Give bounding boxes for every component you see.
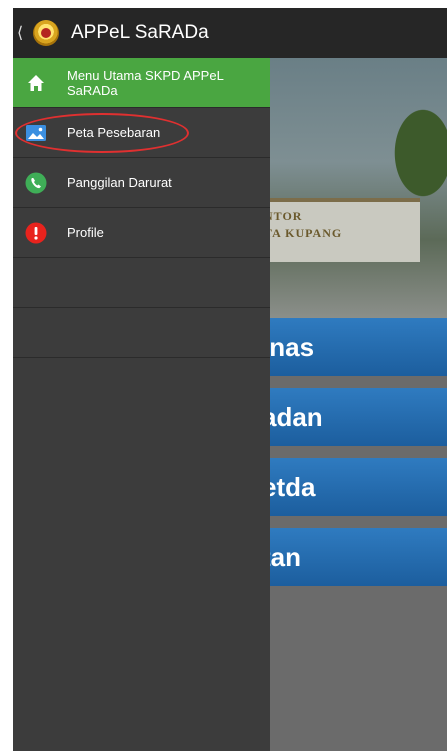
image-icon xyxy=(25,122,47,144)
back-chevron-icon[interactable]: ⟨ xyxy=(17,23,27,43)
app-bar: ⟨ APPeL SaRADa xyxy=(13,8,447,58)
drawer-divider xyxy=(13,308,270,358)
drawer-item-label: Menu Utama SKPD APPeL SaRADa xyxy=(67,67,224,98)
app-logo-icon[interactable] xyxy=(33,20,59,46)
menu-button-dinas[interactable]: inas xyxy=(270,318,447,376)
menu-button-lainnya[interactable]: tan xyxy=(270,528,447,586)
app-title: APPeL SaRADa xyxy=(71,22,209,43)
menu-button-badan[interactable]: adan xyxy=(270,388,447,446)
menu-button-setda[interactable]: etda xyxy=(270,458,447,516)
drawer-item-profile[interactable]: Profile xyxy=(13,208,270,258)
home-icon xyxy=(25,72,47,94)
drawer-item-label: Profile xyxy=(67,225,104,240)
phone-icon xyxy=(25,172,47,194)
drawer-item-peta-pesebaran[interactable]: Peta Pesebaran xyxy=(13,108,270,158)
header-photo: NTOR TA KUPANG xyxy=(264,58,447,318)
drawer-item-label: Panggilan Darurat xyxy=(67,175,172,190)
navigation-drawer: Menu Utama SKPD APPeL SaRADa Peta Peseba… xyxy=(13,58,270,751)
drawer-item-panggilan-darurat[interactable]: Panggilan Darurat xyxy=(13,158,270,208)
alert-icon xyxy=(25,222,47,244)
drawer-item-label: Peta Pesebaran xyxy=(67,125,161,140)
building-sign: NTOR TA KUPANG xyxy=(264,209,343,240)
drawer-item-menu-utama[interactable]: Menu Utama SKPD APPeL SaRADa xyxy=(13,58,270,108)
app-screen: NTOR TA KUPANG inas adan etda tan ⟨ APPe… xyxy=(13,8,447,751)
tree-image xyxy=(387,98,447,208)
drawer-divider xyxy=(13,258,270,308)
